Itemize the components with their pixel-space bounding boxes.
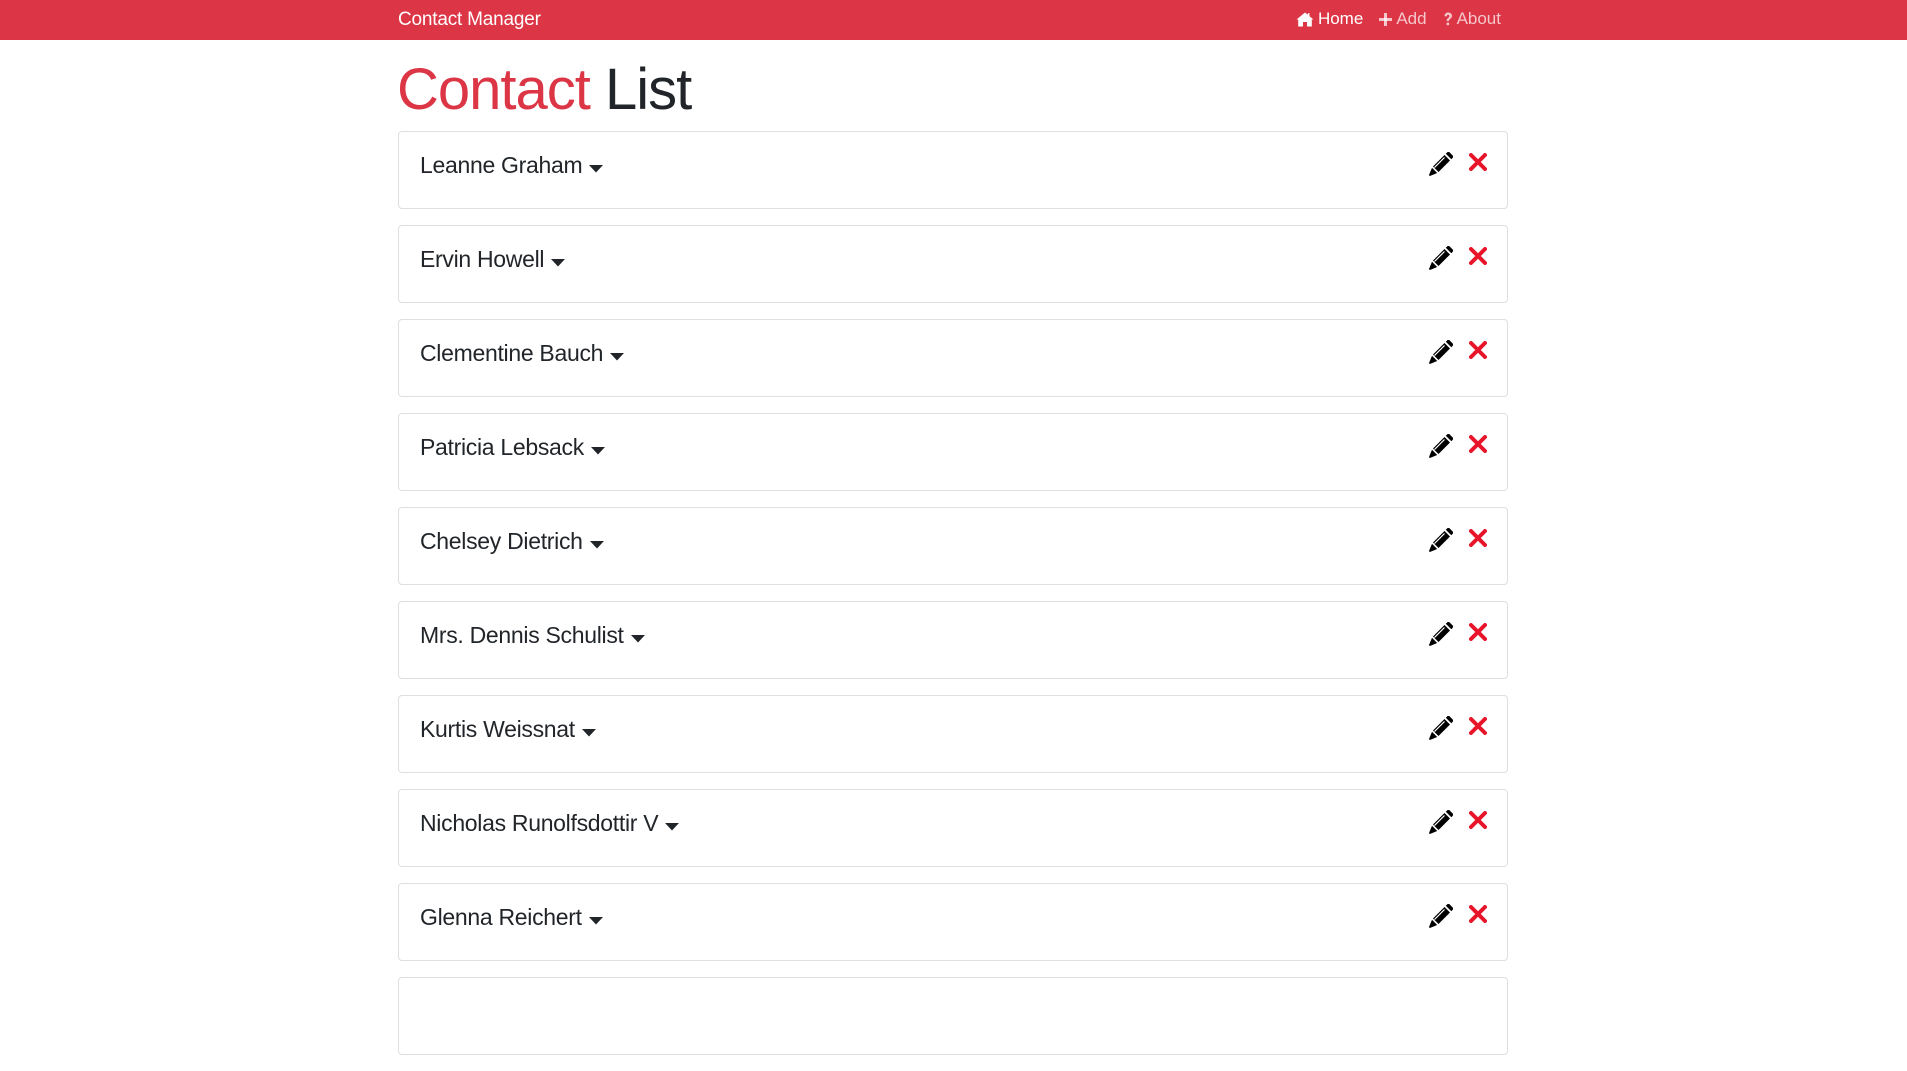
times-icon[interactable] [1469,717,1487,735]
pencil-icon[interactable] [1429,904,1453,928]
contact-card: Glenna Reichert [398,883,1508,961]
pencil-icon[interactable] [1429,528,1453,552]
contact-name-row: Mrs. Dennis Schulist [420,622,645,649]
caret-down-icon[interactable] [588,916,603,925]
contact-list: Leanne Graham Ervin Howell Clementine Ba… [398,131,1508,1071]
contact-card: Clementine Bauch [398,319,1508,397]
contact-name-row: Patricia Lebsack [420,434,605,461]
caret-down-icon[interactable] [551,258,566,267]
page-title-accent: Contact [397,57,591,122]
contact-name-row: Kurtis Weissnat [420,716,596,743]
page-title: Contact List [397,57,692,122]
contact-card: Chelsey Dietrich [398,507,1508,585]
contact-card: Leanne Graham [398,131,1508,209]
contact-card: Kurtis Weissnat [398,695,1508,773]
pencil-icon[interactable] [1429,340,1453,364]
navbar: Contact Manager Home Add About [0,0,1907,40]
contact-name-row: Ervin Howell [420,246,566,273]
times-icon[interactable] [1469,153,1487,171]
contact-name-row: Chelsey Dietrich [420,528,604,555]
times-icon[interactable] [1469,811,1487,829]
nav-add-link[interactable]: Add [1379,9,1427,29]
contact-name: Glenna Reichert [420,904,582,930]
contact-name: Mrs. Dennis Schulist [420,622,624,648]
contact-card-partial [398,977,1508,1055]
contact-card: Ervin Howell [398,225,1508,303]
caret-down-icon[interactable] [665,822,680,831]
nav-links: Home Add About [1280,9,1501,29]
times-icon[interactable] [1469,623,1487,641]
home-icon [1296,12,1314,26]
contact-name-row: Glenna Reichert [420,904,603,931]
brand-link[interactable]: Contact Manager [398,9,541,31]
pencil-icon[interactable] [1429,716,1453,740]
nav-home-label: Home [1317,9,1364,28]
contact-name-row: Leanne Graham [420,152,604,179]
contact-name: Clementine Bauch [420,340,604,366]
contact-name: Ervin Howell [420,246,545,272]
times-icon[interactable] [1469,341,1487,359]
pencil-icon[interactable] [1429,152,1453,176]
nav-add-label: Add [1396,9,1427,28]
pencil-icon[interactable] [1429,434,1453,458]
contact-name-row: Clementine Bauch [420,340,625,367]
times-icon[interactable] [1469,529,1487,547]
times-icon[interactable] [1469,905,1487,923]
plus-icon [1379,12,1393,26]
caret-down-icon[interactable] [630,634,645,643]
nav-about-label: About [1456,9,1501,28]
contact-card: Patricia Lebsack [398,413,1508,491]
page-title-rest: List [605,57,692,122]
times-icon[interactable] [1469,247,1487,265]
pencil-icon[interactable] [1429,622,1453,646]
question-icon [1444,12,1452,25]
caret-down-icon[interactable] [581,728,596,737]
caret-down-icon[interactable] [610,352,625,361]
caret-down-icon[interactable] [589,540,604,549]
nav-home-link[interactable]: Home [1296,9,1363,29]
contact-name: Kurtis Weissnat [420,716,575,742]
caret-down-icon[interactable] [590,446,605,455]
caret-down-icon[interactable] [589,164,604,173]
contact-name: Patricia Lebsack [420,434,584,460]
pencil-icon[interactable] [1429,246,1453,270]
contact-card: Mrs. Dennis Schulist [398,601,1508,679]
contact-name: Nicholas Runolfsdottir V [420,810,659,836]
pencil-icon[interactable] [1429,810,1453,834]
nav-about-link[interactable]: About [1443,9,1501,29]
contact-name-row: Nicholas Runolfsdottir V [420,810,680,837]
contact-name: Chelsey Dietrich [420,528,583,554]
times-icon[interactable] [1469,435,1487,453]
contact-card: Nicholas Runolfsdottir V [398,789,1508,867]
contact-name: Leanne Graham [420,152,583,178]
